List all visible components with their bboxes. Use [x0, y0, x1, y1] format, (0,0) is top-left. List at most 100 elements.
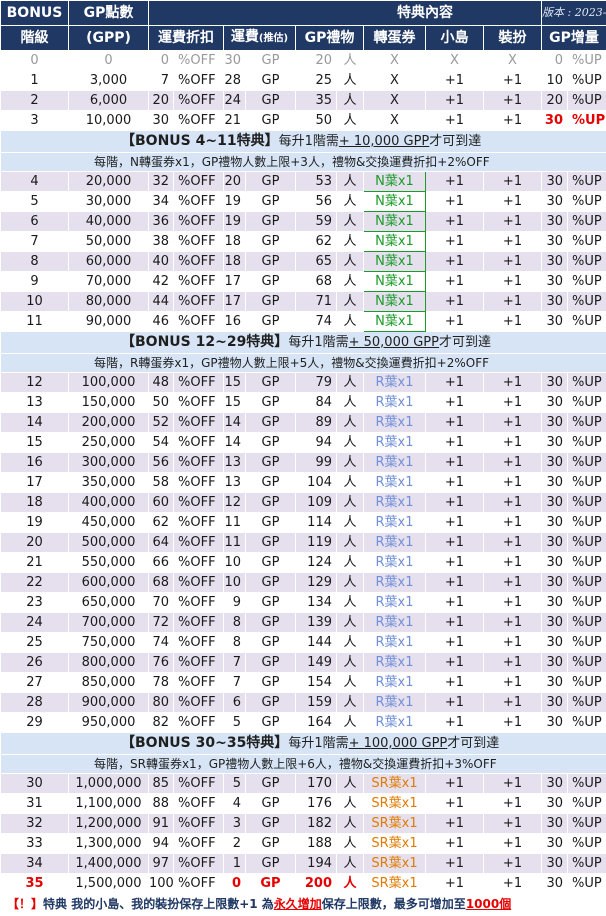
gift-unit: 人 — [336, 291, 364, 312]
gp-increase-unit: %UP — [567, 793, 606, 814]
table-row: 15 250,000 54 %OFF 14 GP 94 人 R葉x1 +1 +1 30 %UP — [0, 432, 606, 453]
discount-unit: %OFF — [173, 712, 224, 733]
table-row: 8 60,000 40 %OFF 18 GP 65 人 N葉x1 +1 +1 30 %UP — [0, 251, 606, 272]
ticket-cell: R葉x1 — [363, 692, 426, 713]
shipping-unit: GP — [245, 813, 296, 834]
gift-cell: 68 — [295, 271, 337, 292]
perks-label: 特典內容 — [147, 0, 543, 26]
outfit-cell: +1 — [482, 652, 543, 673]
outfit-cell: +1 — [482, 612, 543, 633]
gift-unit: 人 — [336, 472, 364, 493]
gift-unit: 人 — [336, 672, 364, 693]
shipping-cell: 12 — [223, 492, 246, 513]
shipping-cell: 30 — [223, 50, 246, 71]
outfit-cell: +1 — [482, 592, 543, 613]
gpp-cell: 80,000 — [68, 291, 149, 312]
outfit-cell: +1 — [482, 492, 543, 513]
shipping-unit: GP — [245, 171, 296, 192]
island-cell: +1 — [425, 692, 484, 713]
gp-increase-cell: 30 — [541, 672, 569, 693]
discount-cell: 70 — [148, 592, 174, 613]
gpp-cell: 700,000 — [68, 612, 149, 633]
gift-cell: 154 — [295, 672, 337, 693]
level-cell: 6 — [0, 211, 69, 232]
table-row: 5 30,000 34 %OFF 19 GP 56 人 N葉x1 +1 +1 30 %UP — [0, 191, 606, 212]
ticket-cell: R葉x1 — [363, 652, 426, 673]
island-cell: X — [425, 50, 484, 71]
gp-increase-unit: %UP — [567, 773, 606, 794]
discount-unit: %OFF — [173, 592, 224, 613]
outfit-cell: +1 — [482, 452, 543, 473]
gp-increase-cell: 30 — [541, 171, 569, 192]
discount-unit: %OFF — [173, 251, 224, 272]
discount-cell: 62 — [148, 512, 174, 533]
gift-cell: 20 — [295, 50, 337, 71]
gift-cell: 25 — [295, 70, 337, 91]
discount-cell: 40 — [148, 251, 174, 272]
island-cell: +1 — [425, 512, 484, 533]
level-cell: 28 — [0, 692, 69, 713]
gp-increase-unit: %UP — [567, 171, 606, 192]
level-cell: 26 — [0, 652, 69, 673]
gp-increase-unit: %UP — [567, 392, 606, 413]
gift-cell: 144 — [295, 632, 337, 653]
shipping-cell: 19 — [223, 211, 246, 232]
discount-unit: %OFF — [173, 171, 224, 192]
section-title: 【BONUS 4~11特典】 — [121, 133, 279, 149]
level-cell: 25 — [0, 632, 69, 653]
level-cell: 18 — [0, 492, 69, 513]
discount-unit: %OFF — [173, 70, 224, 91]
gp-increase-unit: %UP — [567, 412, 606, 433]
discount-cell: 68 — [148, 572, 174, 593]
outfit-cell: X — [482, 50, 543, 71]
island-cell: +1 — [425, 552, 484, 573]
ticket-cell: SR葉x1 — [363, 873, 426, 894]
gpp-cell: 650,000 — [68, 592, 149, 613]
level-cell: 15 — [0, 432, 69, 453]
gift-cell: 119 — [295, 532, 337, 553]
gpp-cell: 100,000 — [68, 372, 149, 393]
table-row: 35 1,500,000 100 %OFF 0 GP 200 人 SR葉x1 +1 +1 30 %UP — [0, 873, 606, 894]
col-gp-increase: GP增量 — [541, 25, 606, 51]
bonus-table: BONUS GP點數 特典內容 版本 : 2023-09-01 階級 (GPP)… — [0, 0, 606, 915]
footer-note: 【！】特典 我的小島、我的裝扮保存上限數+1 為永久增加保存上限數，最多可增加至… — [0, 893, 606, 915]
table-row: 24 700,000 72 %OFF 8 GP 139 人 R葉x1 +1 +1 30 %UP — [0, 612, 606, 633]
gpp-cell: 950,000 — [68, 712, 149, 733]
gp-increase-unit: %UP — [567, 372, 606, 393]
gp-increase-cell: 30 — [541, 853, 569, 874]
discount-unit: %OFF — [173, 412, 224, 433]
shipping-unit: GP — [245, 50, 296, 71]
table-row: 30 1,000,000 85 %OFF 5 GP 170 人 SR葉x1 +1 +1 30 %UP — [0, 773, 606, 794]
ticket-cell: N葉x1 — [363, 251, 426, 272]
outfit-cell: +1 — [482, 472, 543, 493]
gp-increase-unit: %UP — [567, 492, 606, 513]
shipping-unit: GP — [245, 853, 296, 874]
island-cell: +1 — [425, 231, 484, 252]
island-cell: +1 — [425, 372, 484, 393]
island-cell: +1 — [425, 712, 484, 733]
outfit-cell: +1 — [482, 833, 543, 854]
discount-unit: %OFF — [173, 793, 224, 814]
gift-cell: 170 — [295, 773, 337, 794]
discount-cell: 32 — [148, 171, 174, 192]
gpp-cell: 6,000 — [68, 90, 149, 111]
gp-increase-unit: %UP — [567, 572, 606, 593]
gp-increase-unit: %UP — [567, 512, 606, 533]
shipping-unit: GP — [245, 271, 296, 292]
gpp-cell: 1,100,000 — [68, 793, 149, 814]
gpp-cell: 1,300,000 — [68, 833, 149, 854]
discount-cell: 100 — [148, 873, 174, 894]
gp-increase-unit: %UP — [567, 50, 606, 71]
shipping-unit: GP — [245, 532, 296, 553]
gift-unit: 人 — [336, 50, 364, 71]
island-cell: +1 — [425, 652, 484, 673]
shipping-unit: GP — [245, 412, 296, 433]
shipping-unit: GP — [245, 692, 296, 713]
discount-unit: %OFF — [173, 773, 224, 794]
section-desc-text: 每階，R轉蛋券x1，GP禮物人數上限+5人，禮物&交換運費折扣+2%OFF — [0, 353, 606, 373]
discount-cell: 30 — [148, 110, 174, 131]
discount-cell: 42 — [148, 271, 174, 292]
gp-increase-cell: 30 — [541, 692, 569, 713]
island-cell: +1 — [425, 632, 484, 653]
gpp-cell: 450,000 — [68, 512, 149, 533]
